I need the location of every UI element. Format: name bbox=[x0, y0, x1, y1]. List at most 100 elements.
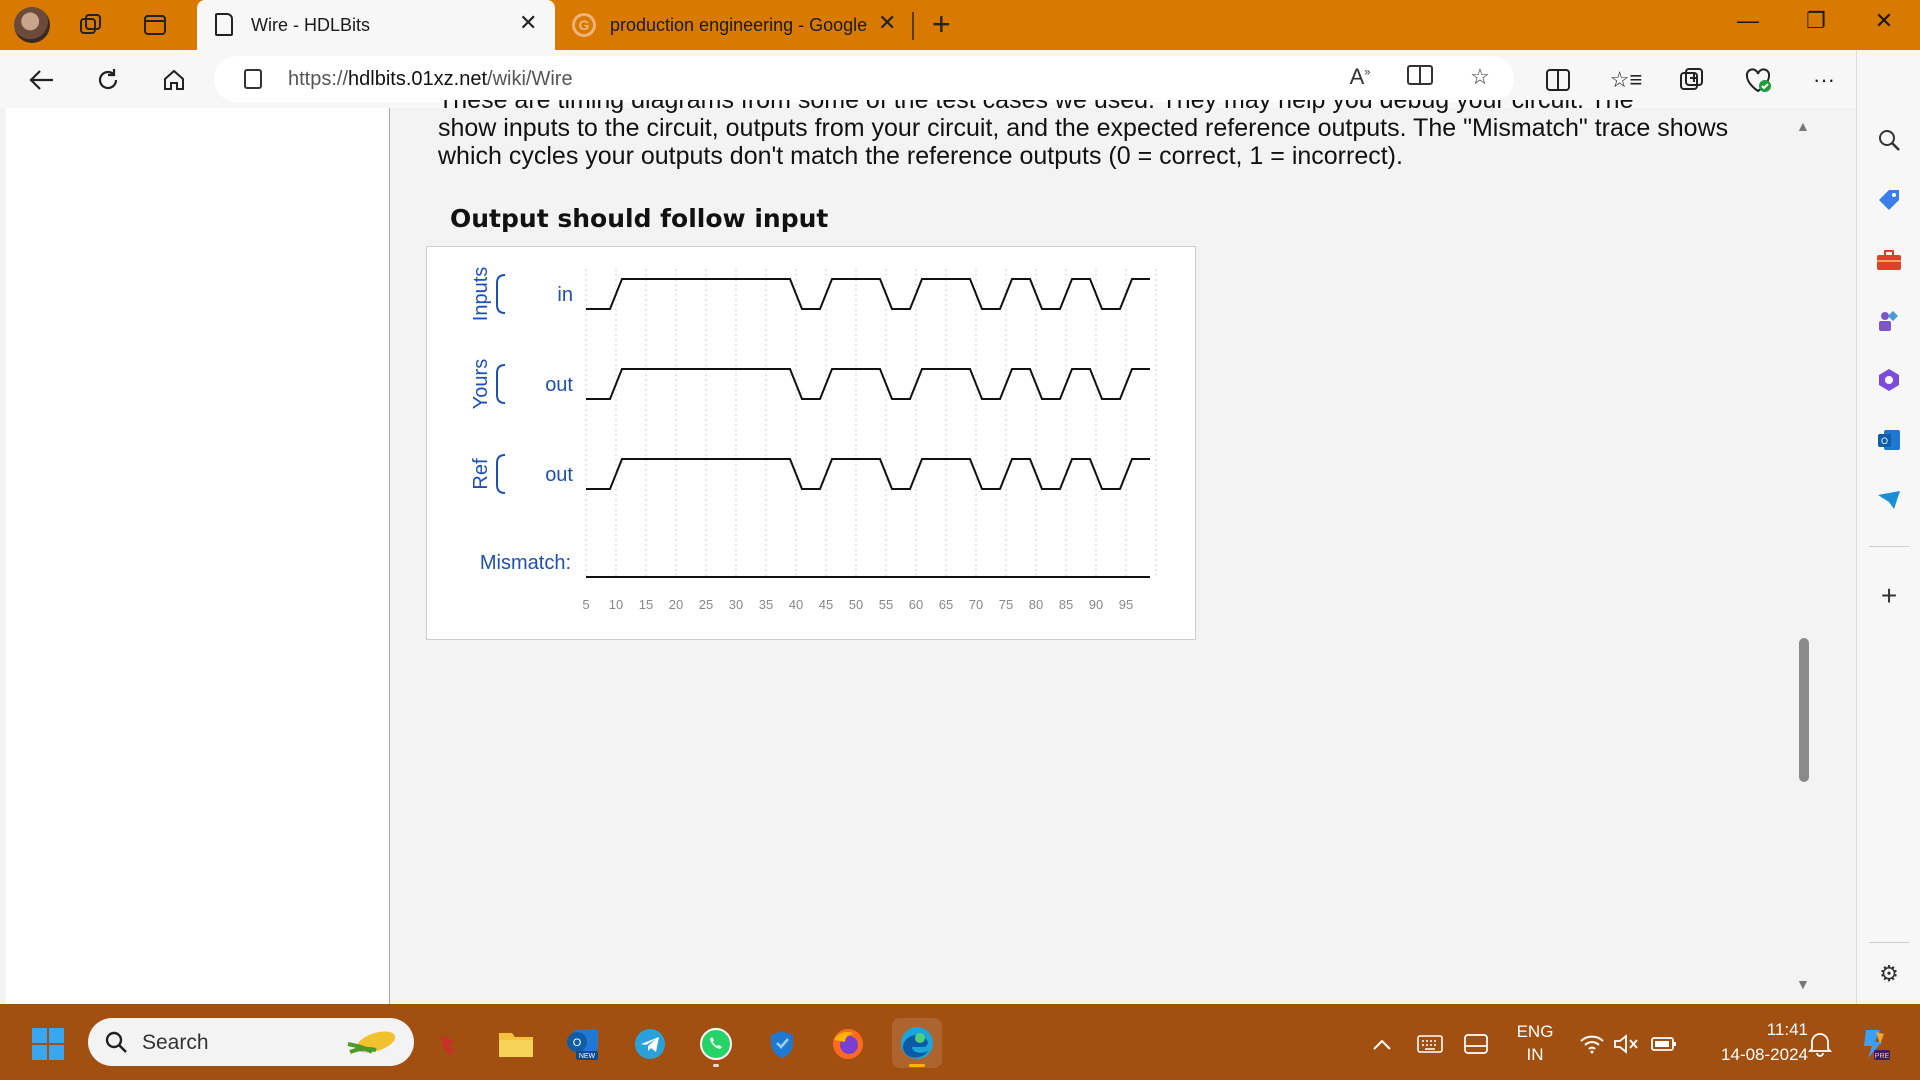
tab-actions-icon[interactable] bbox=[138, 8, 172, 42]
firefox-icon[interactable] bbox=[828, 1024, 868, 1064]
notification-icon[interactable] bbox=[1800, 1024, 1840, 1064]
svg-text:NEW: NEW bbox=[579, 1053, 596, 1060]
language-indicator[interactable]: ENG bbox=[1500, 1022, 1570, 1042]
clock-date[interactable]: 14-08-2024 bbox=[1688, 1045, 1808, 1065]
tab-separator bbox=[912, 12, 914, 40]
running-indicator bbox=[713, 1064, 719, 1067]
start-icon[interactable] bbox=[28, 1024, 68, 1064]
sidebar-settings-icon[interactable]: ⚙ bbox=[1871, 956, 1907, 992]
minimize-button[interactable]: — bbox=[1728, 8, 1768, 34]
favorites-icon[interactable]: ☆≡ bbox=[1608, 62, 1644, 98]
whatsapp-icon[interactable] bbox=[696, 1024, 736, 1067]
page-content: These are timing diagrams from some of t… bbox=[390, 100, 1788, 1004]
read-aloud-icon[interactable]: A» bbox=[1344, 64, 1376, 90]
taskbar-search[interactable]: Search bbox=[88, 1018, 414, 1066]
tab-wire-hdlbits[interactable]: Wire - HDLBits ✕ bbox=[197, 0, 555, 51]
battery-icon[interactable] bbox=[1644, 1024, 1684, 1064]
profile-avatar[interactable] bbox=[14, 7, 50, 43]
corn-icon bbox=[347, 1031, 396, 1054]
intro-paragraph: These are timing diagrams from some of t… bbox=[438, 100, 1738, 170]
add-sidebar-app-icon[interactable]: + bbox=[1871, 578, 1907, 614]
wiki-sidebar-panel bbox=[6, 108, 390, 1004]
group-bracket bbox=[496, 454, 506, 494]
tools-icon[interactable] bbox=[1871, 242, 1907, 278]
search-icon bbox=[105, 1031, 127, 1053]
signal-waveform bbox=[586, 368, 1150, 400]
close-window-button[interactable]: ✕ bbox=[1864, 8, 1904, 34]
active-indicator bbox=[909, 1064, 925, 1067]
telegram-icon[interactable] bbox=[630, 1024, 670, 1064]
clock-time[interactable]: 11:41 bbox=[1688, 1020, 1808, 1040]
more-options-icon[interactable]: ··· bbox=[1806, 62, 1842, 98]
immersive-reader-icon[interactable] bbox=[1404, 64, 1436, 92]
scroll-thumb[interactable] bbox=[1799, 638, 1809, 782]
refresh-button[interactable] bbox=[90, 62, 126, 98]
svg-text:O: O bbox=[573, 1037, 582, 1049]
outlook-icon[interactable]: O bbox=[1871, 422, 1907, 458]
tick-label: 45 bbox=[819, 597, 833, 612]
group-label: Ref bbox=[470, 458, 492, 490]
edge-icon[interactable] bbox=[892, 1018, 942, 1068]
volume-muted-icon[interactable] bbox=[1606, 1024, 1646, 1064]
collections-icon[interactable] bbox=[1674, 62, 1710, 98]
favorite-star-icon[interactable]: ☆ bbox=[1464, 64, 1496, 90]
close-tab-icon[interactable]: ✕ bbox=[878, 10, 896, 36]
tick-label: 55 bbox=[879, 597, 893, 612]
copilot-preview-icon[interactable]: PRE bbox=[1854, 1024, 1894, 1064]
keyboard-icon[interactable] bbox=[1410, 1024, 1450, 1064]
send-icon[interactable] bbox=[1871, 482, 1907, 518]
tablet-mode-icon[interactable] bbox=[1456, 1024, 1496, 1064]
edge-sidebar: O + ⚙ bbox=[1856, 50, 1920, 1004]
windows-taskbar: Search O NEW ENG IN 11:41 14-08-2024 PRE bbox=[0, 1004, 1920, 1080]
group-bracket bbox=[496, 274, 506, 314]
tick-label: 90 bbox=[1089, 597, 1103, 612]
outlook-new-icon[interactable]: O NEW bbox=[562, 1024, 602, 1064]
tick-label: 50 bbox=[849, 597, 863, 612]
file-explorer-icon[interactable] bbox=[496, 1024, 536, 1064]
address-bar[interactable]: https://hdlbits.01xz.net/wiki/Wire A» ☆ bbox=[214, 56, 1514, 102]
mismatch-label: Mismatch: bbox=[480, 552, 571, 574]
close-tab-icon[interactable]: ✕ bbox=[519, 10, 537, 36]
group-bracket bbox=[496, 364, 506, 404]
workspaces-icon[interactable] bbox=[74, 8, 108, 42]
scroll-down-arrow[interactable]: ▼ bbox=[1796, 976, 1810, 992]
home-button[interactable] bbox=[156, 62, 192, 98]
app-icon-red[interactable] bbox=[432, 1024, 472, 1064]
tab-title: production engineering - Google bbox=[610, 15, 868, 35]
back-button[interactable] bbox=[24, 62, 60, 98]
tick-label: 70 bbox=[969, 597, 983, 612]
timing-diagram: Inputs in Yours out Ref out Mismatch: 5 10 15 20 25… bbox=[426, 246, 1196, 640]
show-hidden-icons[interactable] bbox=[1362, 1024, 1402, 1064]
region-indicator[interactable]: IN bbox=[1500, 1045, 1570, 1065]
tick-label: 95 bbox=[1119, 597, 1133, 612]
tick-label: 5 bbox=[582, 597, 589, 612]
tab-google-search[interactable]: G production engineering - Google ✕ bbox=[565, 0, 910, 50]
tick-label: 80 bbox=[1029, 597, 1043, 612]
tick-label: 10 bbox=[609, 597, 623, 612]
shopping-tag-icon[interactable] bbox=[1871, 182, 1907, 218]
tick-label: 20 bbox=[669, 597, 683, 612]
browser-essentials-icon[interactable] bbox=[1740, 62, 1776, 98]
new-tab-button[interactable]: + bbox=[932, 6, 951, 43]
intro-line: which cycles your outputs don't match th… bbox=[438, 142, 1403, 170]
title-bar: Wire - HDLBits ✕ G production engineerin… bbox=[0, 0, 1920, 51]
defender-icon[interactable] bbox=[762, 1024, 802, 1064]
scroll-up-arrow[interactable]: ▲ bbox=[1796, 118, 1810, 134]
site-info-icon[interactable] bbox=[244, 69, 262, 89]
tick-label: 85 bbox=[1059, 597, 1073, 612]
search-label: Search bbox=[142, 1031, 209, 1054]
tick-label: 30 bbox=[729, 597, 743, 612]
intro-line: show inputs to the circuit, outputs from… bbox=[438, 114, 1729, 142]
sidebar-divider bbox=[1869, 546, 1909, 547]
url-text[interactable]: https://hdlbits.01xz.net/wiki/Wire bbox=[288, 68, 573, 91]
signal-waveform bbox=[586, 458, 1150, 490]
signal-waveform bbox=[586, 278, 1150, 310]
vertical-scrollbar[interactable]: ▲ ▼ bbox=[1788, 108, 1820, 1004]
group-label: Inputs bbox=[470, 267, 492, 321]
restore-button[interactable]: ❐ bbox=[1796, 8, 1836, 34]
split-screen-icon[interactable] bbox=[1540, 62, 1576, 98]
search-icon[interactable] bbox=[1871, 122, 1907, 158]
web-page: These are timing diagrams from some of t… bbox=[0, 100, 1788, 1004]
microsoft-365-icon[interactable] bbox=[1871, 362, 1907, 398]
games-icon[interactable] bbox=[1871, 302, 1907, 338]
